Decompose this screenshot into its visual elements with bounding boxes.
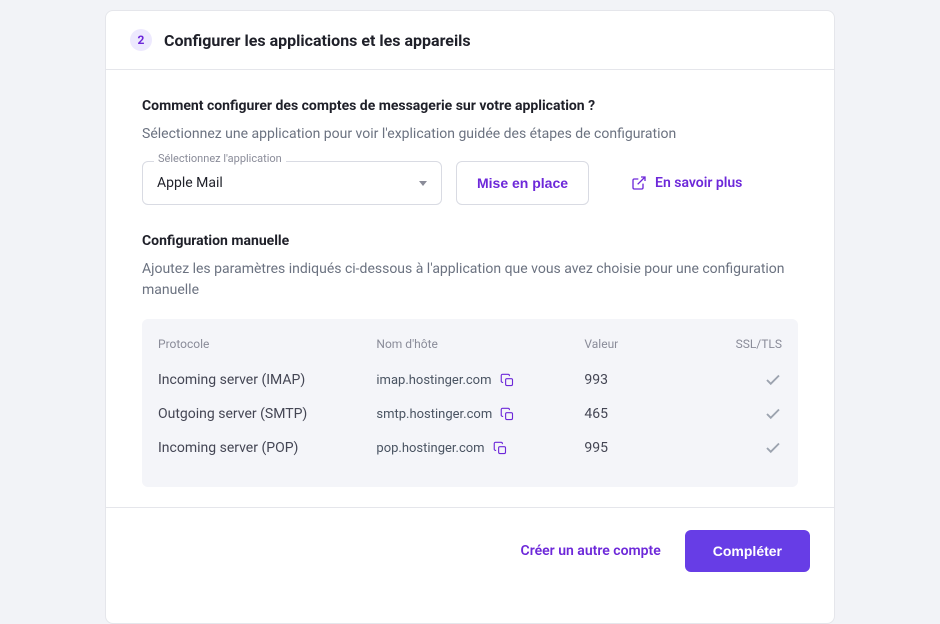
setup-button[interactable]: Mise en place	[456, 161, 589, 205]
app-select-label: Sélectionnez l'application	[154, 152, 286, 165]
chevron-down-icon	[419, 181, 427, 186]
app-select[interactable]: Apple Mail	[142, 161, 442, 205]
host-value: smtp.hostinger.com	[376, 407, 492, 422]
copy-icon[interactable]	[500, 407, 515, 422]
protocol-label: Incoming server (POP)	[158, 440, 376, 456]
port-value: 995	[584, 440, 709, 456]
complete-button[interactable]: Compléter	[685, 530, 810, 572]
card-title: Configurer les applications et les appar…	[164, 31, 471, 50]
copy-icon[interactable]	[493, 441, 508, 456]
check-icon	[764, 405, 782, 423]
step-number-badge: 2	[130, 29, 152, 51]
step-card: 2 Configurer les applications et les app…	[105, 10, 835, 624]
protocol-label: Incoming server (IMAP)	[158, 372, 376, 388]
manual-config-subtext: Ajoutez les paramètres indiqués ci-desso…	[142, 259, 798, 301]
host-cell: smtp.hostinger.com	[376, 407, 584, 422]
create-another-link[interactable]: Créer un autre compte	[521, 543, 661, 559]
host-cell: pop.hostinger.com	[376, 441, 584, 456]
col-header-ssl: SSL/TLS	[709, 337, 782, 351]
app-select-value: Apple Mail	[157, 175, 223, 191]
table-row: Outgoing server (SMTP) smtp.hostinger.co…	[158, 397, 782, 431]
col-header-host: Nom d'hôte	[376, 337, 584, 351]
protocol-label: Outgoing server (SMTP)	[158, 406, 376, 422]
port-value: 993	[584, 372, 709, 388]
table-row: Incoming server (IMAP) imap.hostinger.co…	[158, 363, 782, 397]
learn-more-link[interactable]: En savoir plus	[631, 175, 742, 191]
app-select-wrapper: Sélectionnez l'application Apple Mail	[142, 161, 442, 205]
card-footer: Créer un autre compte Compléter	[106, 507, 834, 594]
config-panel: Protocole Nom d'hôte Valeur SSL/TLS Inco…	[142, 319, 798, 487]
check-icon	[764, 439, 782, 457]
config-table-header: Protocole Nom d'hôte Valeur SSL/TLS	[158, 337, 782, 351]
col-header-value: Valeur	[584, 337, 709, 351]
card-header: 2 Configurer les applications et les app…	[106, 11, 834, 70]
copy-icon[interactable]	[500, 373, 515, 388]
host-value: pop.hostinger.com	[376, 441, 484, 456]
learn-more-text: En savoir plus	[655, 175, 742, 191]
how-heading: Comment configurer des comptes de messag…	[142, 98, 798, 114]
port-value: 465	[584, 406, 709, 422]
check-icon	[764, 371, 782, 389]
external-link-icon	[631, 175, 647, 191]
card-body: Comment configurer des comptes de messag…	[106, 70, 834, 507]
manual-config-title: Configuration manuelle	[142, 233, 798, 249]
host-value: imap.hostinger.com	[376, 373, 491, 388]
col-header-protocol: Protocole	[158, 337, 376, 351]
how-subtext: Sélectionnez une application pour voir l…	[142, 124, 798, 145]
table-row: Incoming server (POP) pop.hostinger.com …	[158, 431, 782, 465]
controls-row: Sélectionnez l'application Apple Mail Mi…	[142, 161, 798, 205]
host-cell: imap.hostinger.com	[376, 373, 584, 388]
